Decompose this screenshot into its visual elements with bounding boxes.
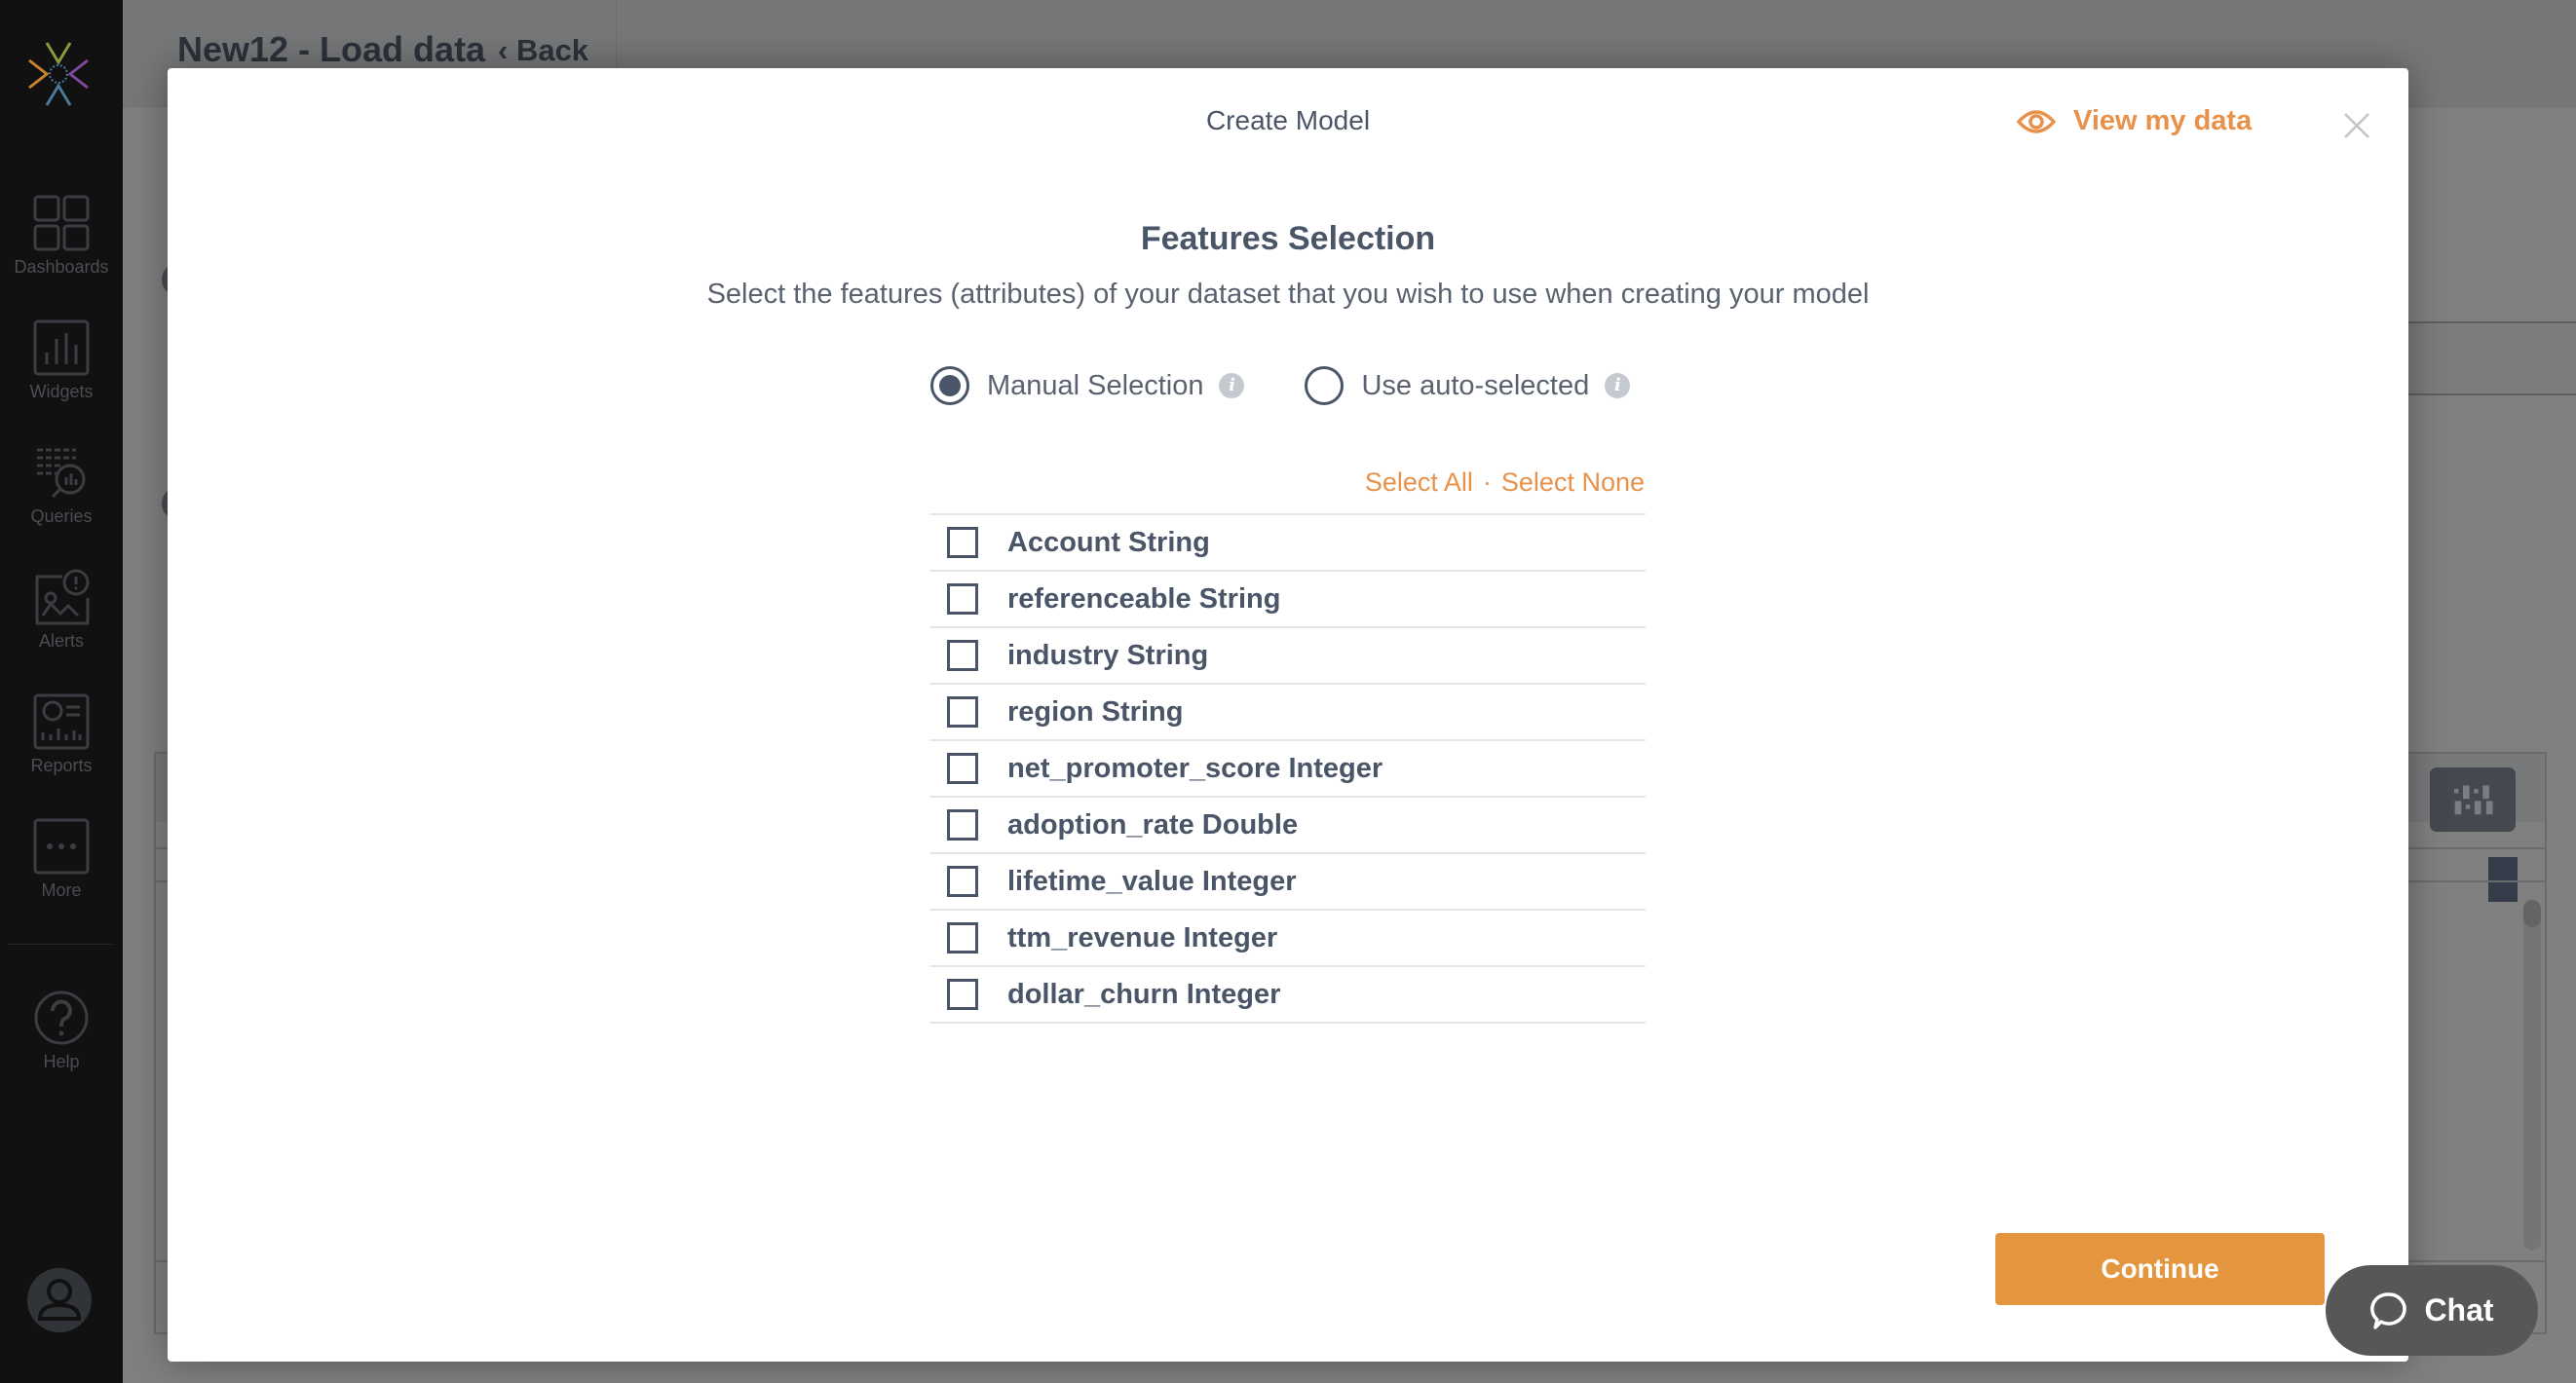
feature-label: adoption_rate Double (1007, 808, 1299, 841)
info-icon[interactable]: i (1219, 373, 1245, 398)
feature-label: ttm_revenue Integer (1007, 921, 1278, 953)
use-auto-selected-radio[interactable]: Use auto-selected i (1305, 366, 1631, 405)
sidebar: Dashboards Widgets Queries Alerts Report… (0, 0, 123, 1383)
radio-label: Use auto-selected (1361, 369, 1590, 401)
chat-bubble-icon (2370, 1291, 2407, 1329)
feature-row[interactable]: region String (930, 685, 1646, 741)
selection-mode-radio-group: Manual Selection i Use auto-selected i (930, 366, 1631, 405)
feature-row[interactable]: industry String (930, 628, 1646, 685)
radio-button-checked[interactable] (930, 366, 969, 405)
feature-checkbox[interactable] (947, 753, 978, 784)
sidebar-item-label: Alerts (38, 631, 84, 651)
sidebar-item-queries[interactable]: Queries (0, 444, 123, 527)
chart-view-button[interactable]: ▪▮▪▮ ▮▪▮▮ (2430, 767, 2516, 832)
more-icon (33, 818, 90, 875)
chart-icon: ▪▮▪▮ ▮▪▮▮ (2453, 781, 2497, 816)
dashboards-icon (33, 195, 90, 251)
page-title: New12 - Load data (177, 29, 486, 69)
feature-row[interactable]: referenceable String (930, 572, 1646, 628)
sidebar-item-widgets[interactable]: Widgets (0, 319, 123, 402)
feature-checkbox[interactable] (947, 696, 978, 728)
sidebar-item-help[interactable]: Help (0, 990, 123, 1072)
help-icon (34, 991, 89, 1045)
features-selection-description: Select the features (attributes) of your… (706, 279, 1870, 310)
chevron-left-icon: ‹ (498, 33, 516, 67)
sidebar-item-label: Widgets (29, 382, 94, 401)
feature-row[interactable]: dollar_churn Integer (930, 967, 1646, 1024)
app-logo[interactable] (25, 39, 92, 109)
feature-label: dollar_churn Integer (1007, 978, 1281, 1010)
feature-checkbox[interactable] (947, 527, 978, 558)
sidebar-item-label: Help (43, 1052, 80, 1071)
feature-row[interactable]: net_promoter_score Integer (930, 741, 1646, 798)
feature-checkbox[interactable] (947, 640, 978, 671)
table-cell-marker (2488, 857, 2518, 902)
queries-icon (37, 448, 86, 499)
feature-checkbox[interactable] (947, 866, 978, 897)
user-avatar-icon[interactable] (27, 1268, 92, 1332)
feature-checkbox[interactable] (947, 809, 978, 841)
view-my-data-link[interactable]: View my data (2017, 105, 2252, 137)
feature-label: region String (1007, 695, 1184, 728)
sidebar-item-dashboards[interactable]: Dashboards (0, 195, 123, 278)
continue-button[interactable]: Continue (1995, 1233, 2325, 1305)
feature-checkbox[interactable] (947, 583, 978, 615)
reports-icon (33, 693, 90, 750)
chat-label: Chat (2424, 1292, 2494, 1327)
scrollbar-thumb[interactable] (2523, 900, 2541, 927)
radio-button-unchecked[interactable] (1305, 366, 1345, 405)
feature-label: industry String (1007, 639, 1209, 671)
table-scrollbar[interactable] (2523, 900, 2541, 1251)
feature-row[interactable]: lifetime_value Integer (930, 854, 1646, 911)
feature-label: net_promoter_score Integer (1007, 752, 1383, 784)
manual-selection-radio[interactable]: Manual Selection i (930, 366, 1245, 405)
alerts-icon (35, 569, 90, 625)
feature-row[interactable]: ttm_revenue Integer (930, 911, 1646, 967)
sidebar-item-alerts[interactable]: Alerts (0, 569, 123, 652)
select-links: Select All · Select None (1365, 467, 1645, 498)
sidebar-item-reports[interactable]: Reports (0, 693, 123, 776)
info-icon[interactable]: i (1605, 373, 1631, 398)
eye-icon (2017, 109, 2056, 133)
sidebar-item-label: Queries (30, 506, 93, 526)
features-selection-heading: Features Selection (1140, 220, 1436, 257)
feature-checkbox[interactable] (947, 922, 978, 953)
select-all-link[interactable]: Select All (1365, 467, 1473, 497)
feature-row[interactable]: adoption_rate Double (930, 798, 1646, 854)
separator: · (1482, 467, 1492, 497)
feature-checkbox[interactable] (947, 979, 978, 1010)
select-none-link[interactable]: Select None (1501, 467, 1645, 497)
radio-label: Manual Selection (987, 369, 1204, 401)
feature-label: lifetime_value Integer (1007, 865, 1297, 897)
feature-label: referenceable String (1007, 582, 1281, 615)
feature-row[interactable]: Account String (930, 515, 1646, 572)
sidebar-item-label: Dashboards (14, 257, 109, 277)
create-model-modal: Create Model View my data Features Selec… (168, 68, 2408, 1362)
sidebar-divider (8, 944, 113, 945)
close-icon[interactable] (2342, 111, 2371, 140)
sidebar-item-label: Reports (30, 756, 93, 775)
feature-list: Account String referenceable String indust… (930, 513, 1646, 1024)
feature-label: Account String (1007, 526, 1210, 558)
chat-button[interactable]: Chat (2326, 1265, 2538, 1356)
view-my-data-label: View my data (2073, 105, 2253, 136)
sidebar-item-label: More (41, 880, 82, 900)
back-link[interactable]: ‹ Back (498, 33, 588, 68)
widgets-icon (33, 319, 90, 376)
sidebar-item-more[interactable]: More (0, 818, 123, 901)
